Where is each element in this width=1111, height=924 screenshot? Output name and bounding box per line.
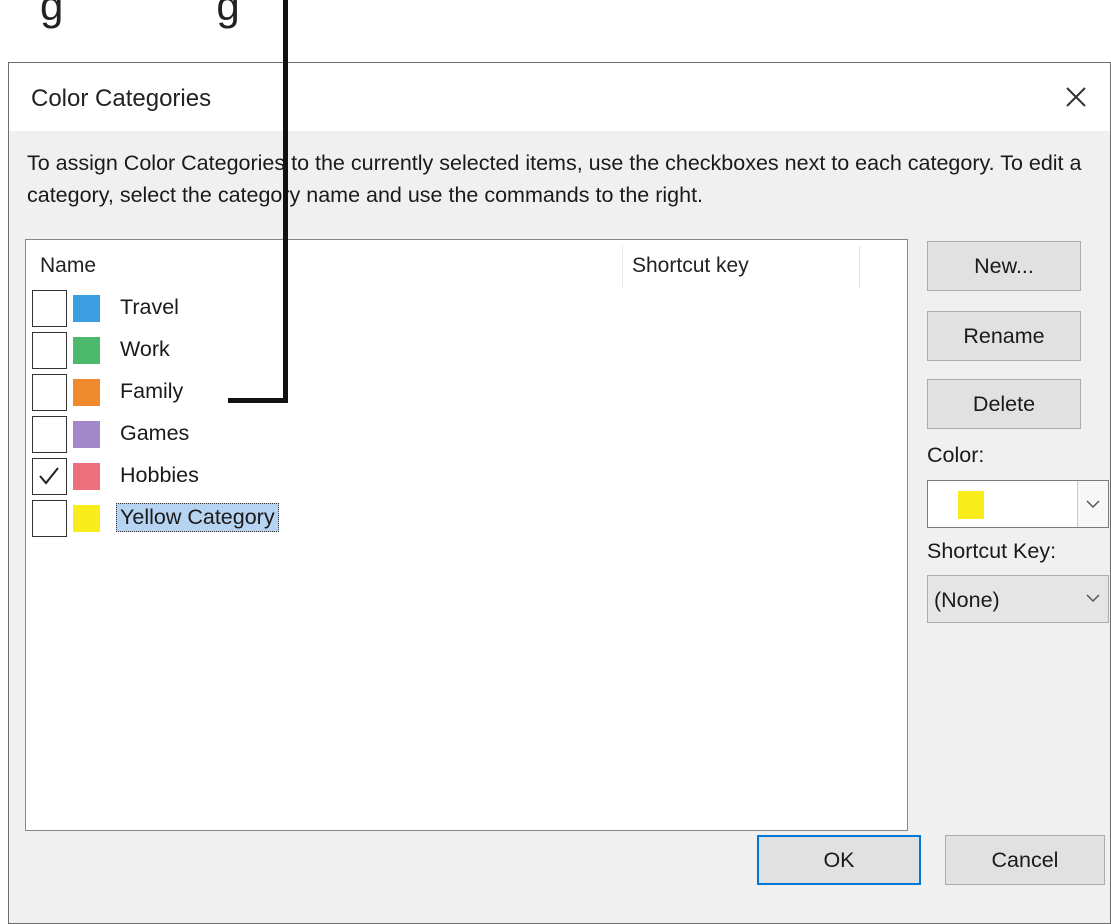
close-icon[interactable] [1054,75,1098,119]
list-item[interactable]: Family [26,374,906,414]
category-checkbox[interactable] [32,416,67,453]
list-item[interactable]: Work [26,332,906,372]
category-color-swatch [73,505,100,532]
cropped-caption-fragment: g g [40,0,241,29]
column-header-shortcut[interactable]: Shortcut key [632,254,749,278]
chevron-down-icon[interactable] [1077,481,1108,527]
column-divider [859,246,860,288]
column-divider [622,246,623,288]
category-label[interactable]: Hobbies [116,461,203,490]
column-header-name[interactable]: Name [40,254,96,278]
category-color-swatch [73,379,100,406]
category-list[interactable]: Name Shortcut key Travel Work Family Games H… [25,239,908,831]
category-checkbox[interactable] [32,458,67,495]
category-checkbox[interactable] [32,332,67,369]
category-label[interactable]: Yellow Category [116,503,279,532]
category-checkbox[interactable] [32,374,67,411]
category-checkbox[interactable] [32,500,67,537]
list-item[interactable]: Games [26,416,906,456]
dialog-titlebar: Color Categories [9,63,1110,131]
chevron-down-icon [1086,590,1100,608]
category-color-swatch [73,421,100,448]
dialog-title: Color Categories [31,85,212,112]
cancel-button[interactable]: Cancel [945,835,1105,885]
callout-line [228,398,288,403]
color-label: Color: [927,443,985,467]
delete-button[interactable]: Delete [927,379,1081,429]
shortcut-key-value: (None) [934,588,1000,612]
rename-button[interactable]: Rename [927,311,1081,361]
shortcut-key-label: Shortcut Key: [927,539,1057,563]
dialog-description: To assign Color Categories to the curren… [27,151,1082,207]
callout-line [283,340,288,403]
callout-line [283,0,288,343]
category-label[interactable]: Work [116,335,174,364]
category-color-swatch [73,337,100,364]
category-label[interactable]: Family [116,377,187,406]
color-swatch [958,491,984,519]
list-item[interactable]: Hobbies [26,458,906,498]
new-button[interactable]: New... [927,241,1081,291]
list-item[interactable]: Yellow Category [26,500,906,540]
color-categories-dialog: Color Categories To assign Color Categor… [8,62,1111,924]
check-icon [39,467,59,485]
category-label[interactable]: Travel [116,293,183,322]
shortcut-key-dropdown[interactable]: (None) [927,575,1109,623]
category-label[interactable]: Games [116,419,193,448]
list-item[interactable]: Travel [26,290,906,330]
category-color-swatch [73,295,100,322]
category-checkbox[interactable] [32,290,67,327]
color-dropdown[interactable] [927,480,1109,528]
category-color-swatch [73,463,100,490]
ok-button[interactable]: OK [757,835,921,885]
